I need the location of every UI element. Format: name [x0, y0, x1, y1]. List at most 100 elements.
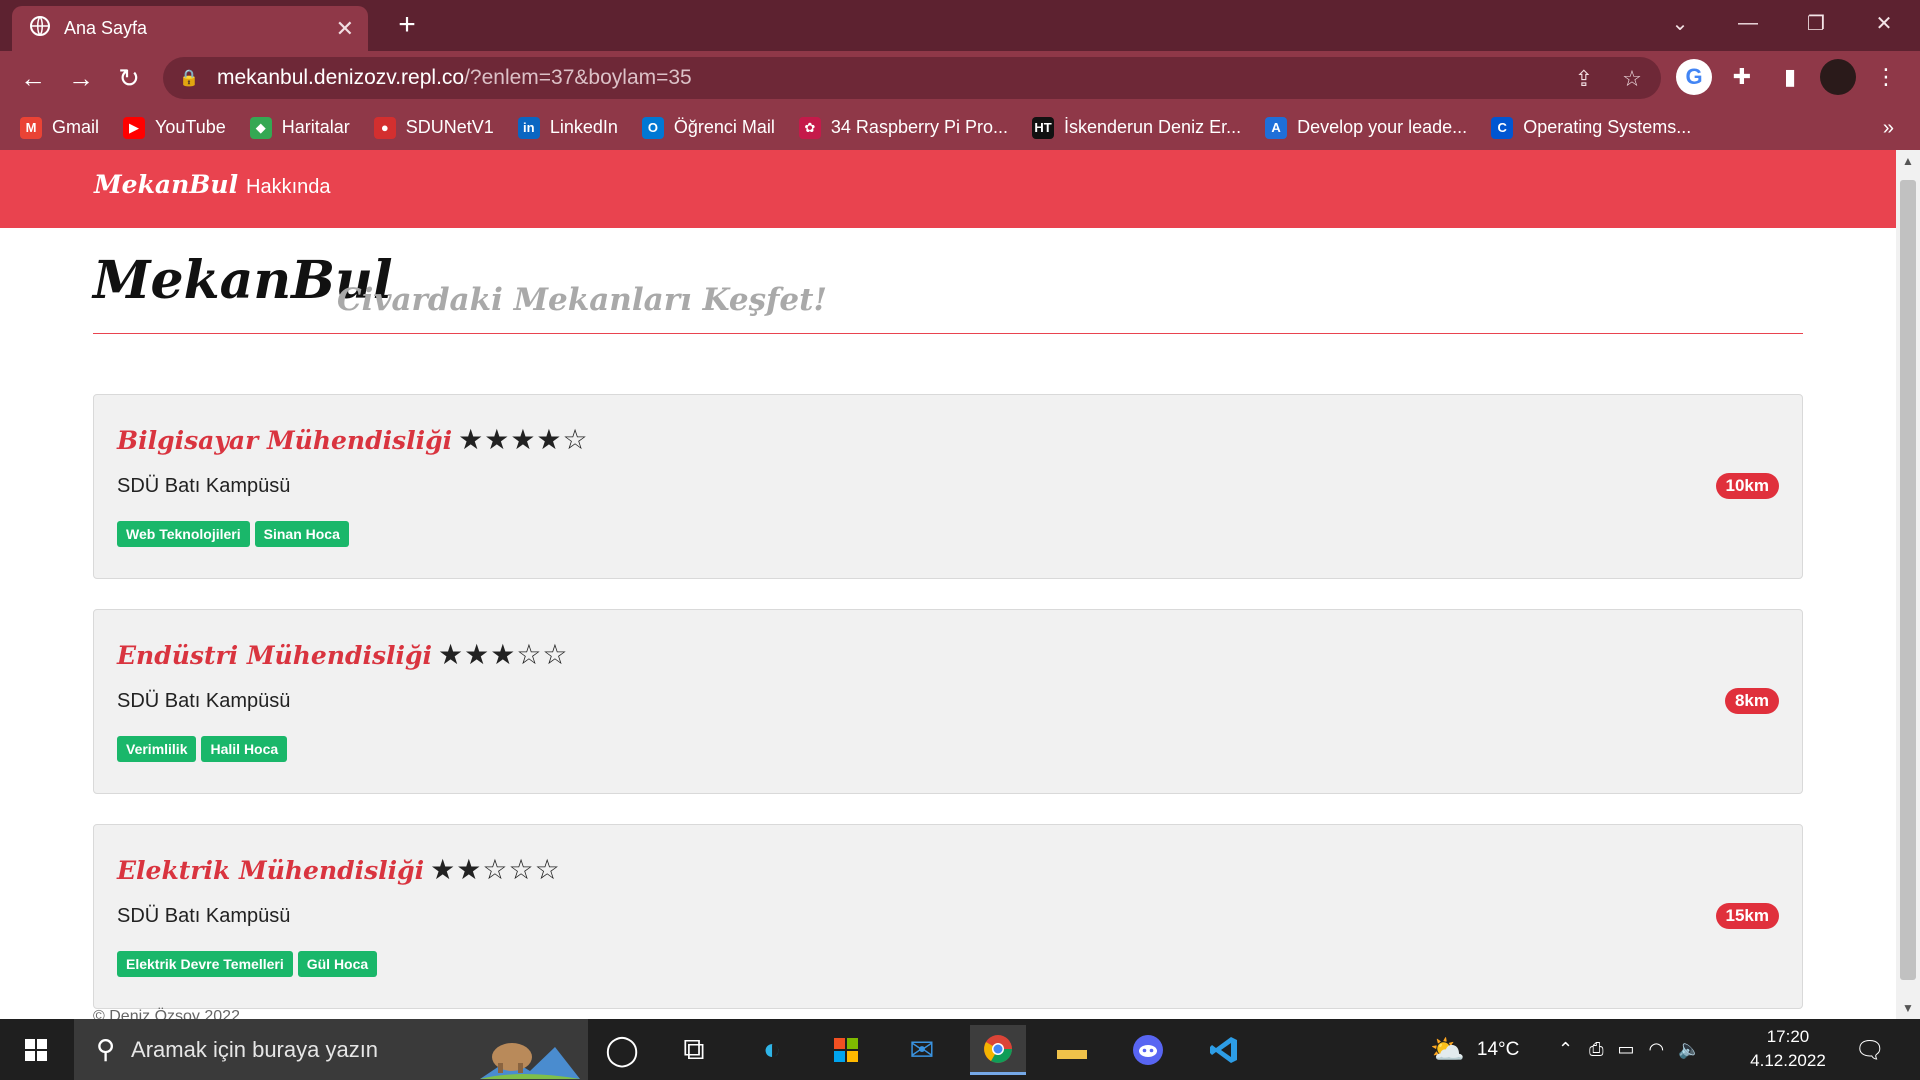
volume-icon[interactable]: 🔈 — [1678, 1039, 1700, 1060]
profile-avatar[interactable] — [1820, 59, 1856, 95]
bookmark-label: Öğrenci Mail — [673, 117, 775, 137]
bookmark-label: SDUNetV1 — [405, 117, 494, 137]
bookmarks-bar: M Gmail ▶ YouTube ◆ Haritalar ● SDUNetV1 in Linke… — [0, 105, 1920, 150]
vscode-icon[interactable] — [1196, 1025, 1252, 1075]
meet-now-icon[interactable]: ⎙ — [1589, 1039, 1603, 1060]
address-bar[interactable]: 🔒 mekanbul.denizozv.repl.co/?enlem=37&bo… — [163, 57, 1661, 99]
tag-badge: Gül Hoca — [297, 951, 378, 977]
notifications-icon[interactable]: 🗨 — [1842, 1025, 1898, 1075]
search-placeholder: Aramak için buraya yazın — [131, 1036, 379, 1062]
bookmark-item[interactable]: ◆ Haritalar — [249, 116, 350, 139]
weather-widget[interactable]: ⛅ 14°C — [1430, 1019, 1519, 1080]
taskbar-search-box[interactable]: ⚲ Aramak için buraya yazın — [74, 1019, 588, 1080]
clock-time: 17:20 — [1766, 1027, 1810, 1046]
sdu-icon: ● — [373, 116, 396, 139]
place-address: SDÜ Batı Kampüsü — [117, 905, 291, 927]
tab-search-icon[interactable]: ⌄ — [1646, 0, 1714, 46]
navbar-brand[interactable]: MekanBul — [94, 170, 238, 199]
bookmark-item[interactable]: ▶ YouTube — [123, 116, 226, 139]
tab-close-icon[interactable]: ✕ — [336, 16, 354, 42]
discord-icon[interactable] — [1120, 1025, 1176, 1075]
file-explorer-icon[interactable]: ▬ — [1044, 1025, 1100, 1075]
place-card: Elektrik Mühendisliği ★★☆☆☆ SDÜ Batı Kamp… — [93, 824, 1803, 1009]
place-address: SDÜ Batı Kampüsü — [117, 690, 291, 712]
edge-icon[interactable]: ◐ — [744, 1025, 800, 1075]
bookmark-label: LinkedIn — [549, 117, 618, 137]
footer-text: © Deniz Özsoy 2022 — [93, 1008, 240, 1019]
store-icon[interactable] — [818, 1025, 874, 1075]
clock-date: 4.12.2022 — [1750, 1051, 1826, 1070]
distance-badge: 8km — [1724, 688, 1779, 714]
bookmark-label: Haritalar — [281, 117, 350, 137]
tag-badge: Sinan Hoca — [254, 521, 349, 547]
bookmark-star-icon[interactable]: ☆ — [1619, 66, 1645, 92]
bookmark-item[interactable]: in LinkedIn — [517, 116, 618, 139]
windows-logo-icon — [25, 1038, 47, 1061]
start-button[interactable] — [12, 1019, 60, 1080]
menu-kebab-icon[interactable]: ⋮ — [1868, 59, 1904, 95]
distance-badge: 15km — [1715, 903, 1779, 929]
page-tagline: Civardaki Mekanları Keşfet! — [337, 282, 828, 318]
share-icon[interactable]: ⇪ — [1571, 66, 1597, 92]
scroll-down-arrow-icon[interactable]: ▼ — [1896, 1001, 1920, 1015]
page-header: MekanBul Civardaki Mekanları Keşfet! — [93, 250, 1803, 334]
scroll-up-arrow-icon[interactable]: ▲ — [1896, 154, 1920, 168]
tag-badge: Halil Hoca — [201, 736, 288, 762]
new-tab-button[interactable]: + — [390, 8, 424, 42]
tab-title: Ana Sayfa — [64, 18, 148, 38]
tag-badge: Verimlilik — [117, 736, 197, 762]
task-view-icon[interactable]: ⧉ — [666, 1025, 722, 1075]
nav-link-about[interactable]: Hakkında — [246, 176, 331, 199]
wifi-icon[interactable]: ◠ — [1649, 1039, 1665, 1060]
place-name-link[interactable]: Bilgisayar Mühendisliği — [117, 426, 452, 455]
minimize-button[interactable]: — — [1714, 0, 1782, 46]
bookmark-label: YouTube — [155, 117, 226, 137]
place-tags: Verimlilik Halil Hoca — [117, 736, 292, 762]
side-panel-icon[interactable]: ▮ — [1772, 59, 1808, 95]
distance-badge: 10km — [1715, 473, 1779, 499]
develop-icon: A — [1265, 116, 1288, 139]
place-name-link[interactable]: Endüstri Mühendisliği — [117, 641, 432, 670]
back-button[interactable]: ← — [16, 61, 50, 95]
bookmark-item[interactable]: M Gmail — [20, 116, 100, 139]
battery-icon[interactable]: ▭ — [1618, 1039, 1635, 1060]
bookmark-item[interactable]: ● SDUNetV1 — [373, 116, 494, 139]
tray-chevron-up-icon[interactable]: ⌃ — [1558, 1039, 1573, 1060]
bookmark-label: Gmail — [52, 117, 100, 137]
extensions-puzzle-icon[interactable]: ✚ — [1724, 59, 1760, 95]
bookmark-label: 34 Raspberry Pi Pro... — [830, 117, 1008, 137]
reload-button[interactable]: ↻ — [112, 61, 146, 95]
mail-icon[interactable]: ✉ — [894, 1025, 950, 1075]
taskbar-clock[interactable]: 17:20 4.12.2022 — [1742, 1025, 1834, 1073]
scrollbar-thumb[interactable] — [1900, 180, 1916, 980]
browser-toolbar: ← → ↻ 🔒 mekanbul.denizozv.repl.co/?enlem… — [0, 51, 1920, 105]
active-tab[interactable]: Ana Sayfa ✕ — [12, 6, 368, 51]
place-name-link[interactable]: Elektrik Mühendisliği — [117, 856, 424, 885]
cortana-icon[interactable]: ◯ — [594, 1025, 650, 1075]
forward-button[interactable]: → — [64, 61, 98, 95]
rating-stars: ★★★☆☆ — [438, 638, 569, 671]
coursera-icon: C — [1491, 116, 1514, 139]
place-tags: Web Teknolojileri Sinan Hoca — [117, 521, 354, 547]
more-bookmarks-icon[interactable]: » — [1883, 117, 1894, 140]
translate-extension-icon[interactable]: G — [1676, 59, 1712, 95]
bookmark-item[interactable]: O Öğrenci Mail — [641, 116, 775, 139]
place-card: Endüstri Mühendisliği ★★★☆☆ SDÜ Batı Kamp… — [93, 609, 1803, 794]
bookmark-label: Develop your leade... — [1297, 117, 1468, 137]
bookmark-item[interactable]: A Develop your leade... — [1265, 116, 1468, 139]
globe-icon — [30, 16, 50, 41]
page-scrollbar[interactable]: ▲ ▼ — [1896, 150, 1920, 1019]
lock-icon[interactable]: 🔒 — [179, 68, 203, 88]
chrome-icon[interactable] — [970, 1025, 1026, 1075]
maps-icon: ◆ — [249, 116, 272, 139]
bookmark-item[interactable]: ✿ 34 Raspberry Pi Pro... — [798, 116, 1008, 139]
bookmark-item[interactable]: HT İskenderun Deniz Er... — [1031, 116, 1241, 139]
bookmark-item[interactable]: C Operating Systems... — [1491, 116, 1691, 139]
url-host: mekanbul.denizozv.repl.co — [217, 66, 465, 89]
close-window-button[interactable]: ✕ — [1850, 0, 1918, 46]
place-title: Bilgisayar Mühendisliği ★★★★☆ — [117, 423, 589, 456]
linkedin-icon: in — [517, 116, 540, 139]
place-title: Elektrik Mühendisliği ★★☆☆☆ — [117, 853, 561, 886]
system-tray: ⌃ ⎙ ▭ ◠ 🔈 — [1558, 1019, 1701, 1080]
restore-button[interactable]: ❐ — [1782, 0, 1850, 46]
